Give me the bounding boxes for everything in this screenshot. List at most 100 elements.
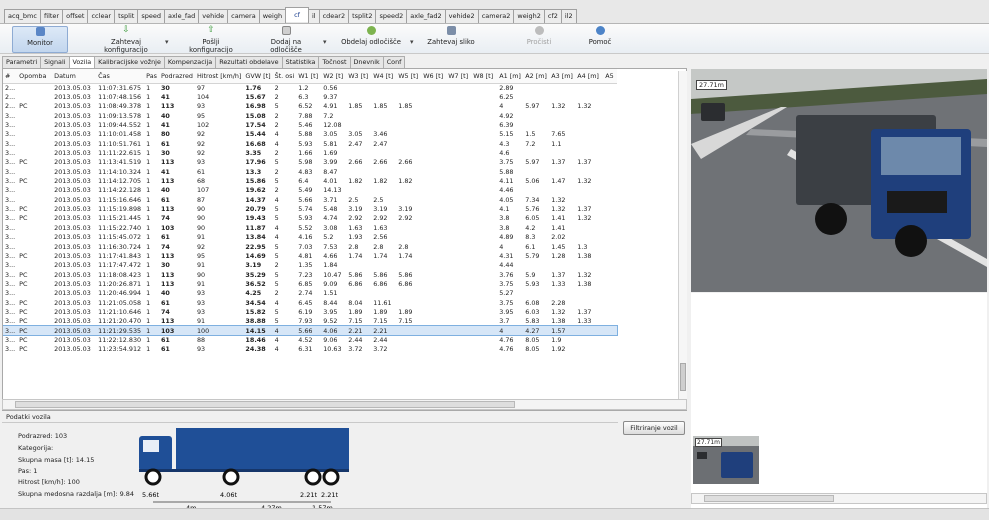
table-row[interactable]: 3... PC 2013.05.03 11:22:12.830 1 61 88 18.46 4 4… [3, 335, 617, 344]
table-row[interactable]: 3... 2013.05.03 11:15:22.740 1 103 90 11.87 4 5.… [3, 223, 617, 232]
table-row[interactable]: 3... PC 2013.05.03 11:15:21.445 1 74 90 19.43 5 5… [3, 214, 617, 223]
subtab-6[interactable]: Statistika [281, 56, 320, 68]
tab-acq_bmc[interactable]: acq_bmc [4, 9, 41, 23]
tab-cclear[interactable]: cclear [87, 9, 116, 23]
subtab-9[interactable]: Conf [382, 56, 406, 68]
table-row[interactable]: 3... PC 2013.05.03 11:21:05.058 1 61 93 34.54 4 6… [3, 298, 617, 307]
monitor-button[interactable]: Monitor [12, 26, 68, 53]
column-header[interactable]: W5 [t] [396, 69, 422, 84]
column-header[interactable]: Pas [144, 69, 159, 84]
table-row[interactable]: 3... PC 2013.05.03 11:20:26.871 1 113 91 36.52 5… [3, 279, 617, 288]
column-header[interactable]: Hitrost [km/h] [194, 69, 244, 84]
send-config-button[interactable]: ⇧ Pošlji konfiguracijo [180, 26, 242, 55]
column-header[interactable]: A4 [m] [575, 69, 604, 84]
tab-tsplit[interactable]: tsplit [114, 9, 139, 23]
column-header[interactable]: W1 [t] [296, 69, 322, 84]
tab-axle_fad2[interactable]: axle_fad2 [406, 9, 446, 23]
table-row[interactable]: 3... PC 2013.05.03 11:18:08.423 1 113 90 35.29 5… [3, 270, 617, 279]
table-row[interactable]: 3... PC 2013.05.03 11:21:10.646 1 74 93 15.82 5 6… [3, 307, 617, 316]
request-config-button[interactable]: ⇩ Zahtevaj konfiguracijo [90, 26, 162, 55]
column-header[interactable]: A2 [m] [523, 69, 550, 84]
filter-vehicles-button[interactable]: Filtriranje vozil [623, 421, 685, 435]
table-row[interactable]: 3... 2013.05.03 11:09:13.578 1 40 95 15.08 2 7.8… [3, 111, 617, 120]
subtab-1[interactable]: Signali [40, 56, 70, 68]
column-header[interactable]: Čas [96, 69, 145, 84]
scroll-thumb[interactable] [704, 495, 834, 502]
column-header[interactable]: GVW [t] [243, 69, 273, 84]
tab-offset[interactable]: offset [62, 9, 89, 23]
subtab-8[interactable]: Dnevnik [349, 56, 384, 68]
add-reading-button[interactable]: Dodaj na odločišče [254, 26, 318, 54]
table-row[interactable]: 3... 2013.05.03 11:16:30.724 1 74 92 22.95 5 7.0… [3, 242, 617, 251]
column-header[interactable]: Št. osi [272, 69, 297, 84]
camera-thumbnail[interactable]: 27.71m [693, 436, 759, 484]
table-row[interactable]: 3... 2013.05.03 11:10:01.458 1 80 92 15.44 4 5.8… [3, 130, 617, 139]
column-header[interactable]: A3 [m] [549, 69, 576, 84]
table-vertical-scrollbar[interactable] [678, 71, 687, 399]
table-row[interactable]: 3... 2013.05.03 11:09:44.552 1 41 102 17.54 2 5.… [3, 120, 617, 129]
tab-filter[interactable]: filter [39, 9, 64, 23]
table-row[interactable]: 3... 2013.05.03 11:15:45.072 1 61 91 13.84 4 4.1… [3, 233, 617, 242]
process-reading-button[interactable]: Obdelaj odločišče [338, 26, 404, 53]
tab-camera[interactable]: camera [227, 9, 260, 23]
column-header[interactable]: W2 [t] [321, 69, 347, 84]
column-header[interactable]: W7 [t] [446, 69, 472, 84]
tab-axle_fad[interactable]: axle_fad [163, 9, 200, 23]
subtab-5[interactable]: Rezultati obdelave [215, 56, 283, 68]
subtab-4[interactable]: Kompenzacija [163, 56, 217, 68]
tab-weigh2[interactable]: weigh2 [513, 9, 545, 23]
scroll-thumb[interactable] [15, 401, 515, 408]
column-header[interactable]: A1 [m] [497, 69, 524, 84]
chevron-down-icon[interactable]: ▾ [165, 38, 169, 46]
subtab-2[interactable]: Vozila [68, 56, 96, 68]
subtab-7[interactable]: Točnost [318, 56, 351, 68]
table-row[interactable]: 2... PC 2013.05.03 11:08:49.378 1 113 93 16.98 5… [3, 102, 617, 111]
column-header[interactable]: Podrazred [158, 69, 195, 84]
column-header[interactable]: Opomba [17, 69, 53, 84]
table-row[interactable]: 3... 2013.05.03 11:17:47.472 1 30 91 3.19 2 1.35… [3, 261, 617, 270]
column-header[interactable]: W6 [t] [421, 69, 447, 84]
tab-tsplit2[interactable]: tsplit2 [348, 9, 377, 23]
table-row[interactable]: 3... 2013.05.03 11:20:46.994 1 40 93 4.25 2 2.74… [3, 289, 617, 298]
tab-weigh[interactable]: weigh [258, 9, 287, 23]
table-row[interactable]: 3... PC 2013.05.03 11:13:41.519 1 113 93 17.96 5… [3, 158, 617, 167]
column-header[interactable]: W3 [t] [346, 69, 372, 84]
tab-cf2[interactable]: cf2 [543, 9, 562, 23]
chevron-down-icon[interactable]: ▾ [410, 38, 414, 46]
table-row[interactable]: 3... PC 2013.05.03 11:17:41.843 1 113 95 14.69 5… [3, 251, 617, 260]
table-row[interactable]: 3... PC 2013.05.03 11:21:20.470 1 113 91 38.88 5… [3, 317, 617, 326]
tab-vehide2[interactable]: vehide2 [444, 9, 479, 23]
table-row[interactable]: 3... 2013.05.03 11:15:16.646 1 61 87 14.37 4 5.6… [3, 195, 617, 204]
image-scrollbar[interactable] [691, 493, 987, 504]
subtab-0[interactable]: Parametri [2, 56, 42, 68]
tab-il2[interactable]: il2 [560, 9, 577, 23]
tab-speed[interactable]: speed [137, 9, 165, 23]
column-header[interactable]: A5 [603, 69, 618, 84]
scroll-thumb[interactable] [680, 363, 686, 391]
table-row[interactable]: 3... 2013.05.03 11:11:22.615 1 30 92 3.35 2 1.66… [3, 148, 617, 157]
table-row[interactable]: 3... 2013.05.03 11:14:10.324 1 41 61 13.3 2 4.83… [3, 167, 617, 176]
tab-cf[interactable]: cf [285, 7, 309, 22]
tab-cdear2[interactable]: cdear2 [318, 9, 350, 23]
tab-speed2[interactable]: speed2 [375, 9, 408, 23]
help-button[interactable]: Pomoč [585, 26, 615, 53]
clear-button[interactable]: Pročisti [521, 26, 557, 53]
table-row[interactable]: 3... PC 2013.05.03 11:21:29.535 1 103 100 14.15… [3, 324, 619, 337]
table-row[interactable]: 2... 2013.05.03 11:07:31.675 1 30 97 1.76 2 1.2 0… [3, 83, 617, 92]
table-horizontal-scrollbar[interactable] [2, 399, 687, 410]
chevron-down-icon[interactable]: ▾ [323, 38, 327, 46]
table-row[interactable]: 3... PC 2013.05.03 11:14:12.705 1 113 68 15.86 5… [3, 176, 617, 185]
column-header[interactable]: W8 [t] [471, 69, 498, 84]
column-header[interactable]: W4 [t] [371, 69, 397, 84]
column-header[interactable]: # [3, 69, 18, 84]
table-row[interactable]: 3... PC 2013.05.03 11:23:54.912 1 61 93 24.38 4 6… [3, 345, 617, 354]
table-row[interactable]: 2... 2013.05.03 11:07:48.156 1 41 104 15.67 2 6.… [3, 92, 617, 101]
column-header[interactable]: Datum [52, 69, 97, 84]
table-row[interactable]: 3... PC 2013.05.03 11:15:19.898 1 113 90 20.79 5… [3, 204, 617, 213]
table-row[interactable]: 3... 2013.05.03 11:14:22.128 1 40 107 19.62 2 5.… [3, 186, 617, 195]
table-row[interactable]: 3... 2013.05.03 11:10:51.761 1 61 92 16.68 4 5.9… [3, 139, 617, 148]
request-image-button[interactable]: Zahtevaj sliko [426, 26, 476, 53]
tab-vehide[interactable]: vehide [198, 9, 229, 23]
subtab-3[interactable]: Kalibracijske vožnje [94, 56, 165, 68]
tab-camera2[interactable]: camera2 [477, 9, 515, 23]
